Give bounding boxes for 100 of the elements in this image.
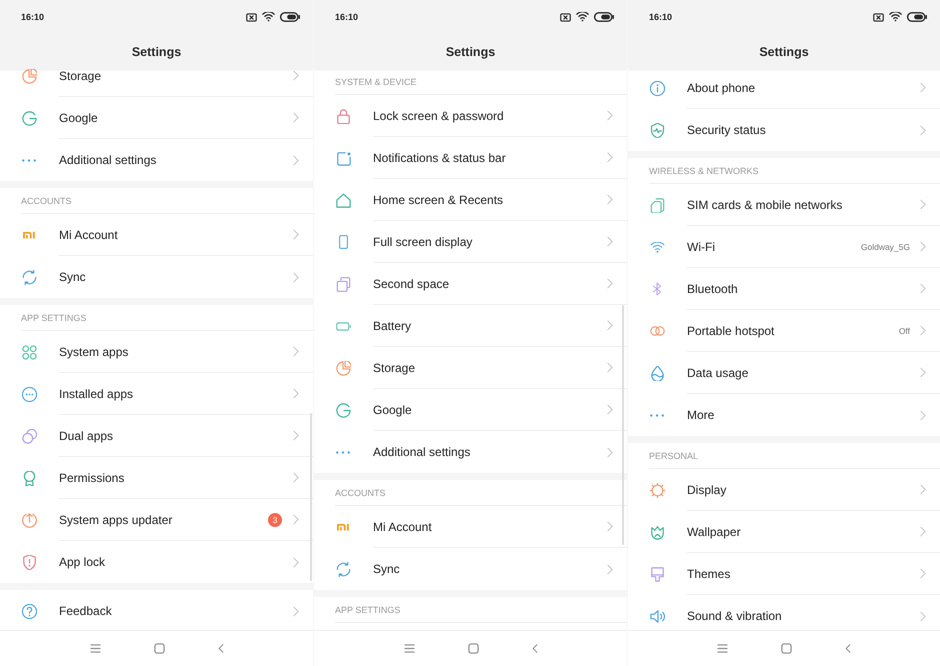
chevron-icon <box>920 82 926 93</box>
logo-icon <box>337 523 349 531</box>
settings-row[interactable]: Additional settings <box>314 431 627 473</box>
settings-row[interactable]: Notifications & status bar <box>314 137 627 179</box>
home-square-icon[interactable] <box>154 643 164 654</box>
settings-row[interactable]: Sound & vibration <box>628 595 940 630</box>
speaker-icon <box>650 608 664 624</box>
chevron-icon <box>607 278 613 289</box>
status-time: 16:10 <box>21 12 44 22</box>
settings-row[interactable]: Themes <box>628 553 940 595</box>
back-icon[interactable] <box>532 643 538 654</box>
menu-icon[interactable] <box>717 644 728 653</box>
settings-row[interactable]: Wi-Fi Goldway_5G <box>628 226 940 268</box>
help-icon <box>22 604 36 618</box>
chevron-icon <box>607 521 613 532</box>
drop-icon <box>650 366 664 380</box>
settings-row[interactable]: Portable hotspot Off <box>628 310 940 352</box>
pie-chart-icon <box>336 360 350 376</box>
chevron-icon <box>607 236 613 247</box>
settings-row[interactable]: Feedback <box>0 590 313 630</box>
screen-title: Settings <box>759 44 809 58</box>
crossed-box-icon <box>246 12 257 22</box>
setting-value: Goldway_5G <box>860 242 910 252</box>
chevron-icon <box>293 346 299 357</box>
settings-row[interactable]: Security status <box>628 109 940 151</box>
ellipsis-icon <box>336 450 350 454</box>
battery-icon <box>280 12 300 22</box>
chevron-icon <box>293 430 299 441</box>
chevron-icon <box>293 154 299 166</box>
info-icon <box>650 80 664 96</box>
chevron-icon <box>293 556 299 568</box>
settings-row[interactable]: About phone <box>628 69 940 109</box>
award-icon <box>22 470 36 486</box>
settings-row[interactable]: Home screen & Recents <box>314 179 627 221</box>
section-header: APP SETTINGS <box>21 305 313 331</box>
chevron-icon <box>607 446 613 458</box>
menu-icon[interactable] <box>90 644 100 653</box>
letter-g-icon <box>336 402 350 418</box>
chevron-icon <box>920 410 926 420</box>
home-square-icon[interactable] <box>781 643 792 654</box>
chevron-icon <box>293 229 299 240</box>
settings-row[interactable]: Sync <box>314 548 627 590</box>
shield-pulse-icon <box>650 122 664 138</box>
ellipsis-icon <box>22 158 36 162</box>
settings-row[interactable]: Bluetooth <box>628 268 940 310</box>
circle-grid-icon <box>22 344 36 360</box>
battery-icon <box>336 322 350 330</box>
settings-row[interactable]: Display <box>628 469 940 511</box>
settings-row[interactable]: Additional settings <box>0 139 313 181</box>
settings-row[interactable]: Storage <box>0 69 313 97</box>
section-header: WIRELESS & NETWORKS <box>649 158 940 184</box>
settings-row[interactable]: Data usage <box>628 352 940 394</box>
wifi-icon <box>889 12 902 22</box>
section-header: ACCOUNTS <box>21 188 313 214</box>
pie-chart-icon <box>22 69 36 84</box>
chevron-icon <box>920 526 926 537</box>
linked-rings-icon <box>650 326 664 336</box>
chevron-icon <box>607 194 613 205</box>
chevron-icon <box>920 241 926 252</box>
battery-icon <box>907 12 927 22</box>
back-icon[interactable] <box>845 643 851 654</box>
chevron-icon <box>920 124 926 136</box>
settings-row[interactable]: SIM cards & mobile networks <box>628 184 940 226</box>
home-square-icon[interactable] <box>468 643 478 654</box>
settings-row[interactable]: Google <box>0 97 313 139</box>
chevron-icon <box>920 610 926 622</box>
chevron-icon <box>293 70 299 81</box>
wifi-icon <box>576 12 589 22</box>
setting-value: Off <box>898 326 910 336</box>
screen-title: Settings <box>132 44 182 58</box>
house-icon <box>336 192 350 208</box>
sync-icon <box>22 270 36 284</box>
chevron-icon <box>293 272 299 282</box>
brush-icon <box>650 566 664 582</box>
chevron-icon <box>920 199 926 210</box>
settings-row[interactable]: Wallpaper <box>628 511 940 553</box>
chevron-icon <box>293 388 299 399</box>
sun-icon <box>650 482 664 498</box>
settings-row[interactable]: Second space <box>314 263 627 305</box>
chevron-icon <box>607 320 613 331</box>
settings-row[interactable]: Lock screen & password <box>314 95 627 137</box>
chevron-icon <box>607 152 613 163</box>
menu-icon[interactable] <box>404 644 414 653</box>
settings-row[interactable]: Mi Account <box>0 214 313 256</box>
wifi-icon <box>262 12 275 22</box>
lock-icon <box>336 108 350 124</box>
back-icon[interactable] <box>218 643 224 654</box>
settings-row[interactable]: More <box>628 394 940 436</box>
chevron-icon <box>920 325 926 336</box>
settings-row[interactable]: Full screen display <box>314 221 627 263</box>
crossed-box-icon <box>560 12 571 22</box>
chevron-icon <box>920 484 926 495</box>
upload-arrow-icon <box>22 512 36 528</box>
square-dot-icon <box>336 150 350 166</box>
settings-row[interactable]: Sync <box>0 256 313 298</box>
settings-row[interactable]: App lock <box>0 541 313 583</box>
sim-card-icon <box>650 198 664 212</box>
overlapping-squares-icon <box>336 276 350 292</box>
settings-row[interactable]: Installed apps <box>0 373 313 415</box>
settings-row[interactable]: System apps <box>0 331 313 373</box>
